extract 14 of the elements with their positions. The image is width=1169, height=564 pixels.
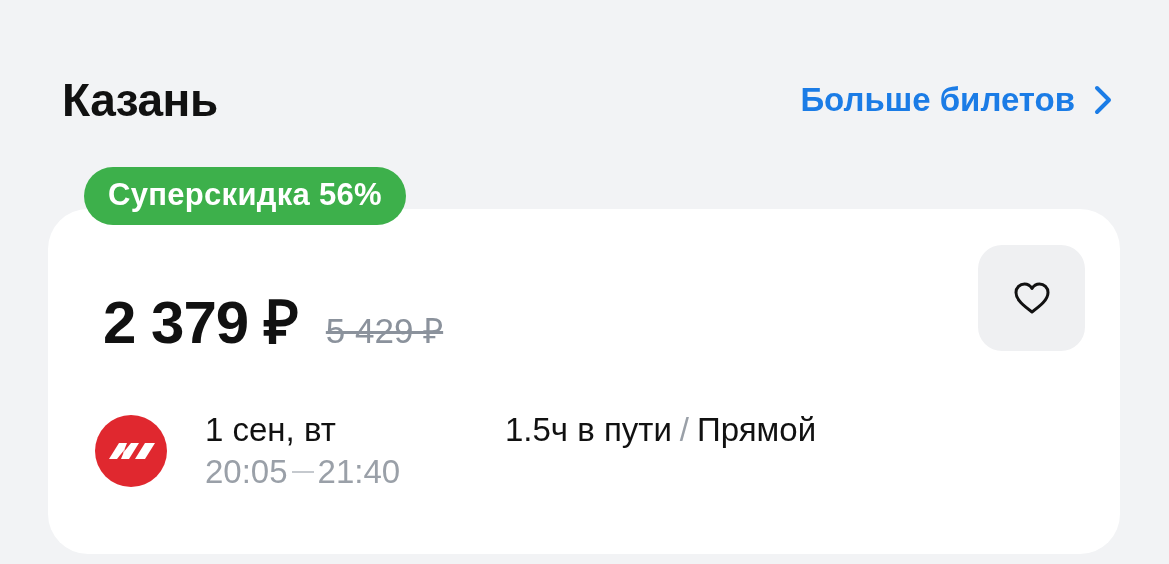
more-tickets-link[interactable]: Больше билетов — [800, 81, 1113, 119]
flight-date: 1 сен, вт — [205, 410, 337, 450]
discount-badge: Суперскидка 56% — [84, 167, 406, 225]
flight-duration: 1.5ч в пути — [505, 410, 672, 450]
chevron-right-icon — [1093, 84, 1113, 116]
ticket-price: 2 379 ₽ — [103, 288, 298, 358]
separator: / — [679, 410, 690, 450]
city-title: Казань — [62, 73, 218, 127]
airline-logo-icon — [95, 415, 167, 487]
old-price: 5 429 ₽ — [325, 310, 444, 352]
arrival-time: 21:40 — [317, 452, 401, 492]
departure-time: 20:05 — [205, 452, 288, 492]
favorite-button[interactable] — [978, 245, 1085, 351]
route-type: Прямой — [697, 410, 817, 450]
